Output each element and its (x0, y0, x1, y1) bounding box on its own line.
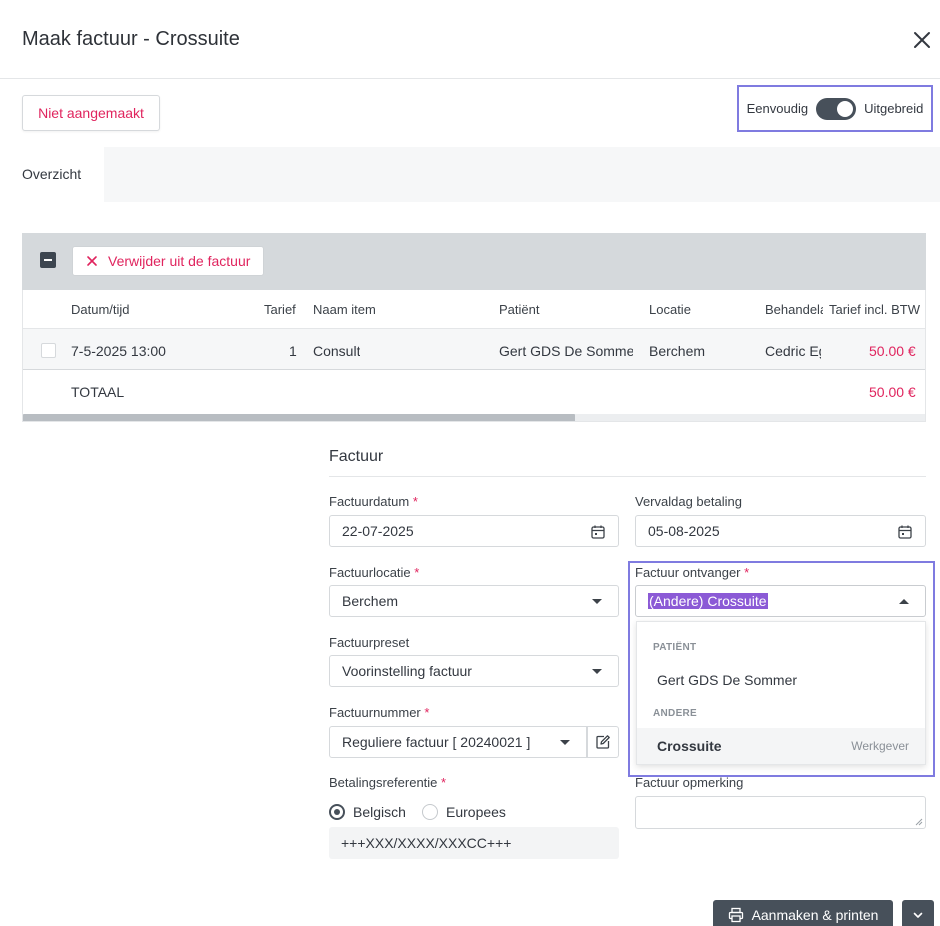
remark-label: Factuur opmerking (635, 775, 744, 790)
close-icon (914, 32, 930, 48)
row-practitioner: Cedric Eg (765, 343, 821, 359)
invoice-date-label-text: Factuurdatum (329, 494, 410, 509)
recipient-dropdown: PATIËNT Gert GDS De Sommer ANDERE Crossu… (636, 621, 926, 765)
invoice-date-value: 22-07-2025 (342, 523, 414, 539)
row-date: 7-5-2025 13:00 (71, 343, 166, 359)
recipient-label-text: Factuur ontvanger (635, 565, 741, 580)
create-and-print-button[interactable]: Aanmaken & printen (713, 900, 893, 926)
mode-left-label: Eenvoudig (746, 101, 809, 116)
row-patient: Gert GDS De Sommer (499, 343, 633, 359)
print-label: Aanmaken & printen (751, 907, 879, 923)
chevron-up-icon (899, 599, 909, 604)
group-title-other: ANDERE (653, 708, 698, 719)
dropdown-option-patient[interactable]: Gert GDS De Sommer (637, 662, 925, 698)
group-title-patient: PATIËNT (653, 642, 697, 653)
payment-ref-label-text: Betalingsreferentie (329, 775, 438, 790)
payment-ref-value: +++XXX/XXXX/XXXCC+++ (329, 827, 619, 859)
required-marker: * (424, 705, 430, 720)
mode-right-label: Uitgebreid (864, 101, 924, 116)
minus-icon (44, 259, 52, 261)
column-header-date: Datum/tijd (71, 302, 130, 317)
invoice-preset-label: Factuurpreset (329, 635, 410, 650)
chevron-down-icon (592, 599, 602, 604)
due-date-input[interactable]: 05-08-2025 (635, 515, 926, 547)
calendar-icon[interactable] (897, 524, 913, 540)
invoice-number-value: Reguliere factuur [ 20240021 ] (342, 734, 531, 750)
recipient-label: Factuur ontvanger * (635, 565, 749, 580)
chevron-down-icon (913, 912, 923, 918)
more-options-button[interactable] (902, 900, 934, 926)
radio-european-label: Europees (446, 804, 506, 820)
close-icon (87, 256, 97, 266)
remove-label: Verwijder uit de factuur (108, 253, 251, 269)
invoice-location-select[interactable]: Berchem (329, 585, 619, 617)
overview-label: Overzicht (22, 166, 82, 182)
column-header-price: Tarief incl. BTW (829, 302, 921, 317)
recipient-value: (Andere) Crossuite (648, 593, 768, 609)
edit-invoice-number-button[interactable] (587, 726, 619, 758)
row-divider-line (23, 369, 925, 370)
status-button[interactable]: Niet aangemaakt (22, 95, 160, 131)
column-header-item: Naam item (313, 302, 376, 317)
required-marker: * (744, 565, 750, 580)
required-marker: * (441, 775, 447, 790)
row-quantity: 1 (289, 343, 297, 359)
radio-belgian[interactable] (329, 804, 345, 820)
recipient-select[interactable]: (Andere) Crossuite (635, 585, 926, 617)
edit-icon (596, 735, 610, 749)
required-marker: * (412, 494, 418, 509)
radio-belgian-label: Belgisch (353, 804, 406, 820)
mode-switch[interactable] (816, 97, 857, 120)
option-tag: Werkgever (851, 739, 909, 753)
switch-knob (837, 100, 854, 117)
resize-handle-icon[interactable] (915, 818, 923, 826)
chevron-down-icon (560, 740, 570, 745)
required-marker: * (414, 565, 420, 580)
row-item: Consult (313, 343, 361, 359)
invoice-section-title: Factuur (329, 448, 384, 465)
invoice-location-label: Factuurlocatie * (329, 565, 419, 580)
overview-panel (104, 147, 940, 202)
modal-title: Maak factuur - Crossuite (22, 28, 240, 50)
chevron-down-icon (592, 669, 602, 674)
invoice-date-input[interactable]: 22-07-2025 (329, 515, 619, 547)
scrollbar-thumb[interactable] (23, 414, 575, 421)
option-label: Crossuite (657, 738, 722, 754)
invoice-number-select[interactable]: Reguliere factuur [ 20240021 ] (329, 726, 587, 758)
printer-icon (728, 907, 743, 923)
invoice-location-label-text: Factuurlocatie (329, 565, 411, 580)
section-divider (329, 476, 926, 477)
invoice-number-label: Factuurnummer * (329, 705, 429, 720)
deselect-all-checkbox[interactable] (40, 252, 56, 268)
invoice-date-label: Factuurdatum * (329, 494, 418, 509)
column-header-practitioner: Behandelaar (765, 302, 823, 317)
row-location: Berchem (649, 343, 706, 359)
due-date-value: 05-08-2025 (648, 523, 720, 539)
invoice-preset-select[interactable]: Voorinstelling factuur (329, 655, 619, 687)
invoice-preset-value: Voorinstelling factuur (342, 663, 472, 679)
invoice-items-table: Datum/tijd Tarief Naam item Patiënt Loca… (22, 290, 926, 422)
payment-ref-label: Betalingsreferentie * (329, 775, 446, 790)
total-label: TOTAAL (71, 384, 125, 400)
invoice-number-label-text: Factuurnummer (329, 705, 421, 720)
row-checkbox[interactable] (41, 343, 56, 358)
column-header-location: Locatie (649, 302, 691, 317)
remove-from-invoice-button[interactable]: Verwijder uit de factuur (72, 246, 264, 276)
column-header-patient: Patiënt (499, 302, 540, 317)
calendar-icon[interactable] (590, 524, 606, 540)
mode-toggle: Eenvoudig Uitgebreid (737, 85, 933, 132)
column-header-rate: Tarief (264, 302, 296, 317)
due-date-label: Vervaldag betaling (635, 494, 742, 509)
dropdown-option-other[interactable]: Crossuite Werkgever (637, 728, 925, 764)
radio-european[interactable] (422, 804, 438, 820)
remark-textarea[interactable] (635, 796, 926, 829)
header-divider (0, 78, 940, 79)
invoice-location-value: Berchem (342, 593, 399, 609)
row-price: 50.00 € (869, 343, 916, 359)
close-button[interactable] (908, 26, 936, 54)
option-label: Gert GDS De Sommer (657, 672, 798, 688)
total-value: 50.00 € (869, 384, 916, 400)
